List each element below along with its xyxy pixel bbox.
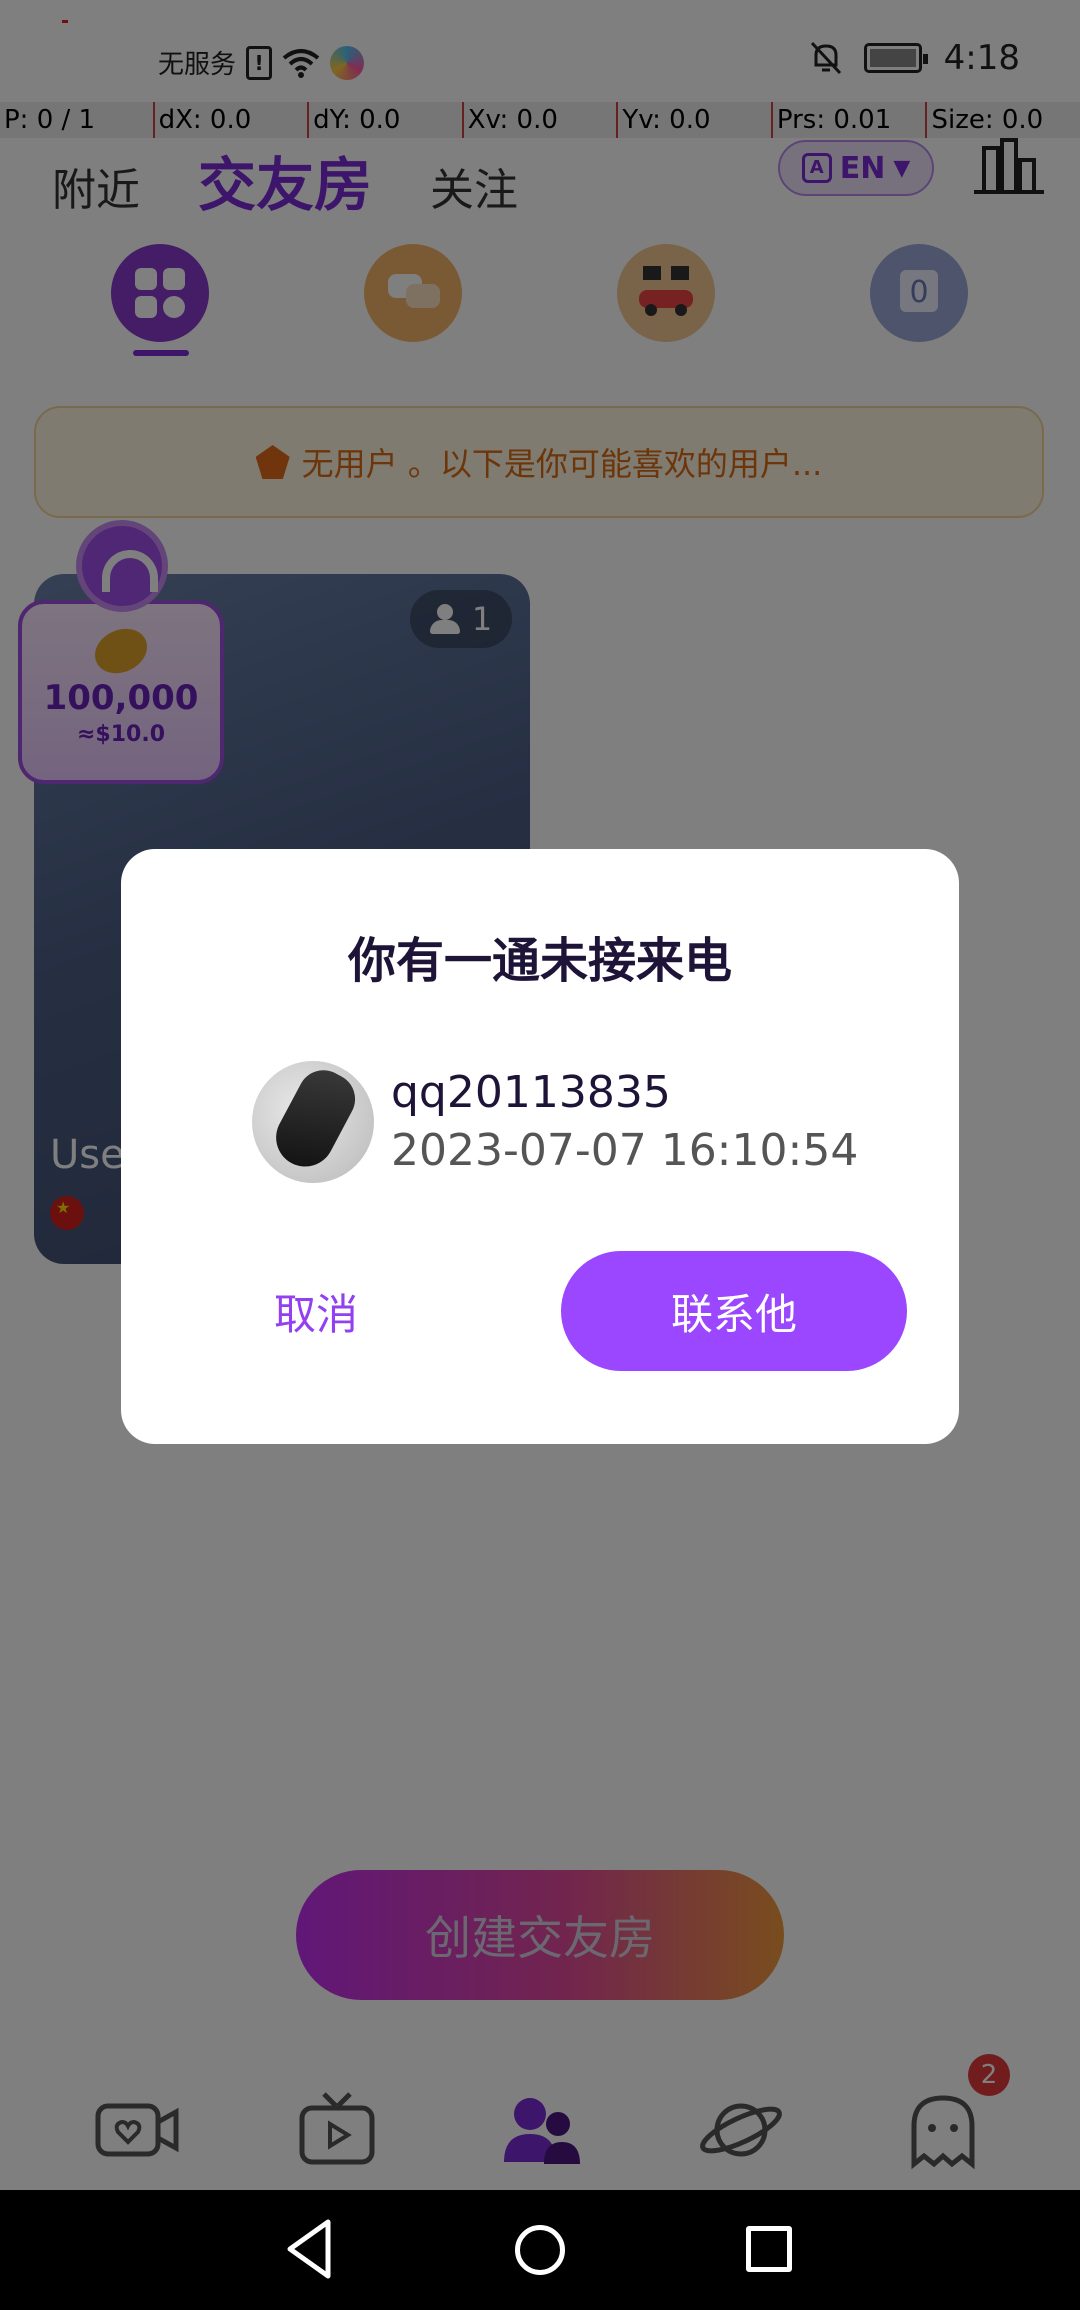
mouse-photo (265, 1061, 365, 1177)
dialog-title: 你有一通未接来电 (347, 933, 732, 989)
call-time: 2023-07-07 16:10:54 (391, 1125, 859, 1176)
avatar (252, 1061, 374, 1183)
contact-button[interactable]: 联系他 (561, 1251, 907, 1371)
recent-apps-icon[interactable] (746, 2226, 792, 2272)
missed-call-dialog: 你有一通未接来电 qq20113835 2023-07-07 16:10:54 … (121, 849, 959, 1444)
cancel-button[interactable]: 取消 (201, 1251, 431, 1371)
system-nav-bar (0, 2190, 1080, 2310)
caller-name: qq20113835 (391, 1067, 671, 1118)
back-icon[interactable] (284, 2218, 334, 2280)
home-icon[interactable] (515, 2225, 565, 2275)
